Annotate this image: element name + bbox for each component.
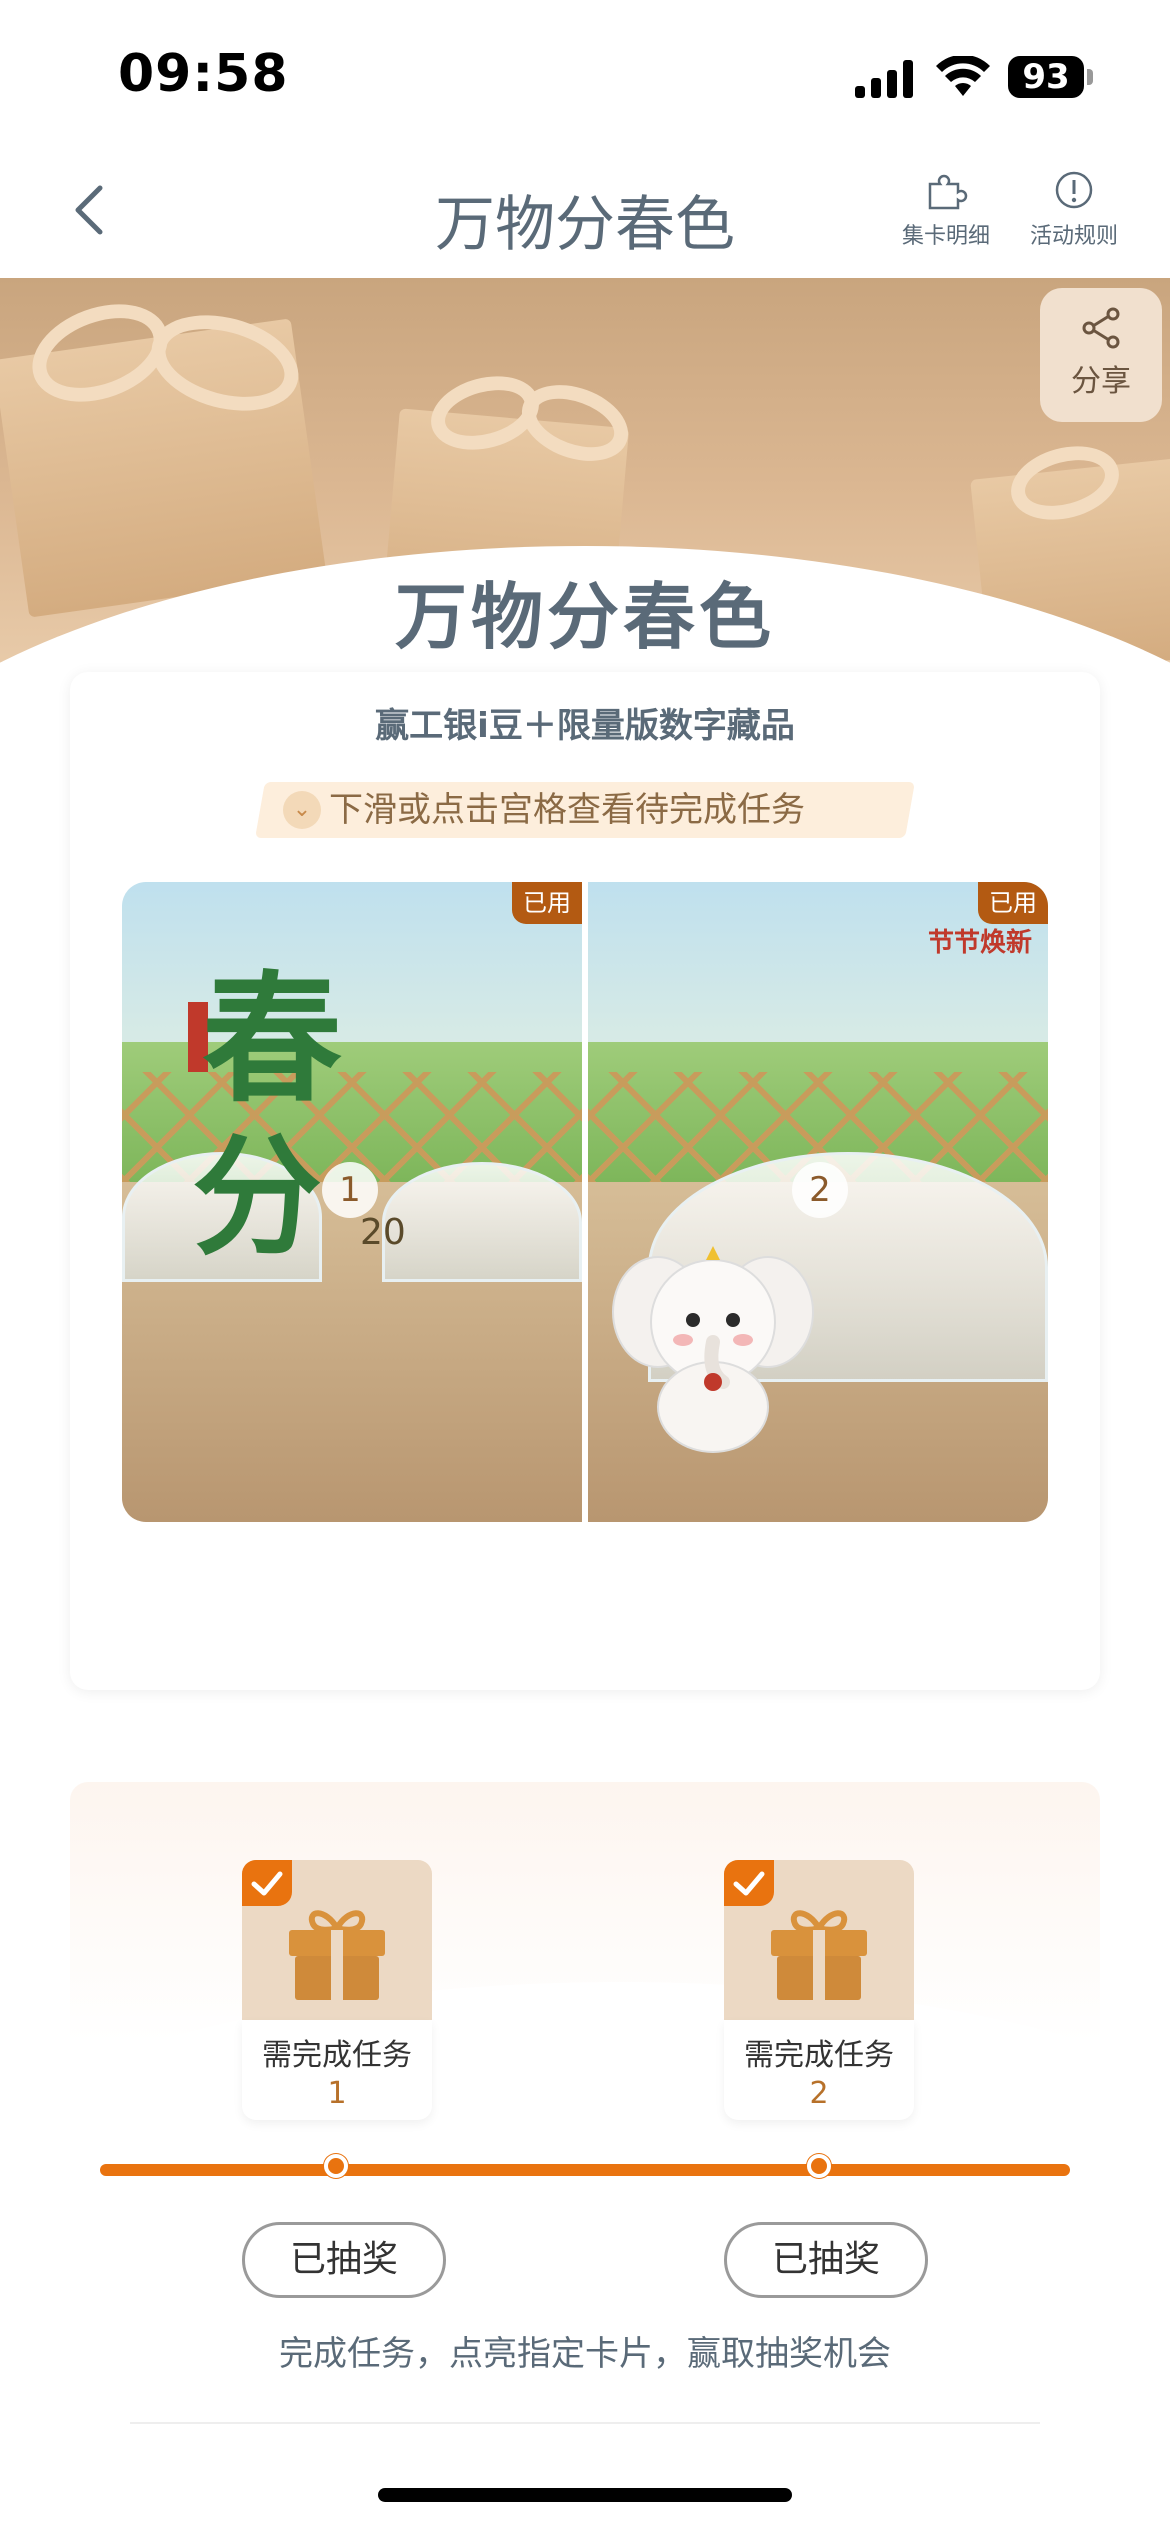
puzzle-icon: [928, 174, 968, 210]
reward-label: 需完成任务: [262, 2038, 412, 2073]
home-indicator[interactable]: [378, 2488, 792, 2502]
battery-icon: 93: [1008, 56, 1084, 98]
used-tag: 已用: [512, 882, 582, 924]
chun-calligraphy: 春: [202, 958, 343, 1122]
used-tag: 已用: [978, 882, 1048, 924]
collection-subtitle: 赢工银i豆＋限量版数字藏品: [375, 706, 795, 746]
task-footer-text: 完成任务，点亮指定卡片，赢取抽奖机会: [279, 2334, 891, 2374]
reward-bottom: 需完成任务 2: [724, 2020, 914, 2120]
checkmark-icon: [242, 1860, 292, 1906]
wifi-icon: [936, 56, 990, 96]
info-circle-icon: [1055, 171, 1093, 209]
banner-title: 万物分春色: [394, 575, 775, 659]
slogan-text: 节节焕新: [927, 928, 1032, 958]
piece-number: 1: [322, 1162, 378, 1218]
tip-banner: ⌄ 下滑或点击宫格查看待完成任务: [283, 782, 805, 838]
divider: [130, 2422, 1040, 2424]
puzzle-piece-2[interactable]: 2 节节焕新 已用: [588, 882, 1048, 1522]
elephant-mascot: [612, 1246, 814, 1453]
gift-icon: [289, 1910, 385, 2000]
reward-count: 1: [327, 2076, 347, 2111]
reward-count: 2: [809, 2076, 829, 2111]
piece-fraction: 20: [360, 1212, 406, 1253]
cellular-signal-icon: [855, 58, 917, 98]
share-icon: [1082, 307, 1120, 349]
status-time: 09:58: [118, 44, 289, 104]
task-card: 需完成任务 1 需完成任务 2 已抽奖 已抽奖 完成任务，点亮指定卡片，赢取抽奖…: [70, 1782, 1100, 2432]
drawn-button-2[interactable]: 已抽奖: [724, 2222, 928, 2298]
nav-bar: 万物分春色 集卡明细 活动规则: [0, 150, 1170, 278]
progress-bar: [100, 2164, 1070, 2176]
progress-dot-1: [324, 2154, 348, 2178]
progress-dot-2: [807, 2154, 831, 2178]
task-card-wave: [70, 1982, 1100, 2382]
double-chevron-down-icon: ⌄: [283, 790, 321, 829]
reward-bottom: 需完成任务 1: [242, 2020, 432, 2120]
share-button[interactable]: 分享: [1040, 288, 1162, 422]
collection-card: 赢工银i豆＋限量版数字藏品 ⌄ 下滑或点击宫格查看待完成任务 春 分 1 20 已…: [70, 672, 1100, 1690]
reward-card-2[interactable]: 需完成任务 2: [724, 1860, 914, 2120]
drawn-button-1[interactable]: 已抽奖: [242, 2222, 446, 2298]
rules-button[interactable]: 活动规则: [1022, 170, 1126, 250]
fen-calligraphy: 分: [192, 1120, 323, 1273]
share-label: 分享: [1071, 364, 1131, 399]
gift-icon: [771, 1910, 867, 2000]
status-bar: 09:58 93: [0, 0, 1170, 150]
checkmark-icon: [724, 1860, 774, 1906]
tip-text: 下滑或点击宫格查看待完成任务: [329, 790, 805, 830]
rules-label: 活动规则: [1029, 224, 1118, 249]
puzzle-grid: 春 分 1 20 已用 2 节节焕新 已用: [122, 882, 1048, 1522]
puzzle-piece-1[interactable]: 春 分 1 20 已用: [122, 882, 582, 1522]
card-detail-button[interactable]: 集卡明细: [896, 170, 996, 250]
greenhouse-tunnel: [382, 1162, 582, 1282]
reward-card-1[interactable]: 需完成任务 1: [242, 1860, 432, 2120]
piece-number: 2: [792, 1162, 848, 1218]
battery-tip: [1087, 69, 1093, 85]
card-detail-label: 集卡明细: [901, 224, 990, 249]
reward-label: 需完成任务: [744, 2038, 894, 2073]
